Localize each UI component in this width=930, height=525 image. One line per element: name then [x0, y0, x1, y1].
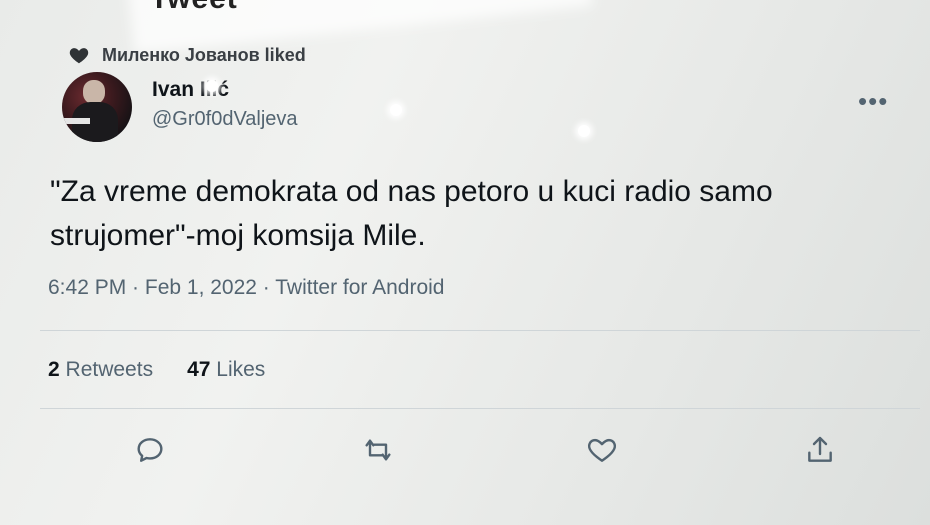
- author-handle[interactable]: @Gr0f0dValjeva: [152, 108, 298, 131]
- heart-filled-icon: [69, 48, 89, 64]
- share-button[interactable]: [800, 430, 840, 470]
- share-icon: [808, 436, 832, 462]
- reply-button[interactable]: [130, 430, 170, 470]
- tweet-timestamp[interactable]: 6:42 PM · Feb 1, 2022 · Twitter for Andr…: [48, 276, 444, 300]
- social-context-label: Миленко Јованов liked: [102, 44, 306, 65]
- likes-stat[interactable]: 47 Likes: [187, 358, 265, 382]
- retweet-icon: [365, 439, 391, 461]
- light-reflection: [578, 125, 590, 137]
- reply-icon: [137, 438, 163, 462]
- author-name[interactable]: Ivan Ilić: [152, 78, 229, 102]
- tweet-stats: 2 Retweets 47 Likes: [48, 358, 265, 382]
- more-options-button[interactable]: •••: [858, 86, 888, 117]
- divider: [40, 330, 920, 331]
- divider: [40, 408, 920, 409]
- retweets-stat[interactable]: 2 Retweets: [48, 358, 153, 382]
- social-context[interactable]: Миленко Јованов liked: [68, 44, 306, 66]
- tweet-text: "Za vreme demokrata od nas petoro u kuci…: [50, 175, 773, 252]
- like-icon: [587, 438, 617, 462]
- page-title: Tweet: [150, 0, 238, 16]
- avatar[interactable]: [62, 72, 132, 142]
- retweet-button[interactable]: [358, 430, 398, 470]
- action-bar: [0, 430, 930, 474]
- light-reflection: [206, 80, 218, 92]
- like-button[interactable]: [582, 430, 622, 470]
- light-reflection: [390, 104, 402, 116]
